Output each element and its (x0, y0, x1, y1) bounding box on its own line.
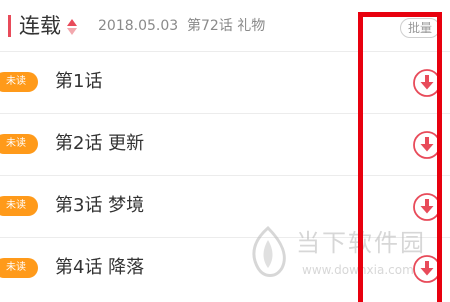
update-date: 2018.05.03 (98, 18, 179, 34)
chapter-list-header: 连载 2018.05.03 第72话 礼物 批量 (0, 0, 450, 52)
section-accent-bar (8, 15, 11, 37)
chapter-row[interactable]: 未读 第2话 更新 (0, 114, 450, 176)
unread-badge: 未读 (0, 196, 38, 216)
watermark-site-name: 当下软件园 (296, 229, 426, 257)
sort-icon[interactable] (66, 17, 78, 37)
chapter-row[interactable]: 未读 第1话 (0, 52, 450, 114)
latest-chapter-label: 第72话 礼物 (187, 18, 266, 34)
site-watermark: 当下软件园 www.downxia.com (244, 222, 444, 302)
watermark-logo-icon (252, 225, 286, 277)
chapter-title[interactable]: 第4话 降落 (55, 254, 144, 282)
download-icon[interactable] (412, 192, 442, 222)
chapter-title[interactable]: 第2话 更新 (55, 130, 144, 158)
batch-button[interactable]: 批量 (400, 18, 440, 38)
unread-badge: 未读 (0, 258, 38, 278)
download-icon[interactable] (412, 68, 442, 98)
chapter-title[interactable]: 第1话 (55, 68, 102, 96)
watermark-url: www.downxia.com (302, 263, 414, 277)
section-title: 连载 (19, 14, 61, 38)
chapter-list-screen: 连载 2018.05.03 第72话 礼物 批量 未读 第1话 未读 第2话 更… (0, 0, 450, 302)
download-icon[interactable] (412, 130, 442, 160)
unread-badge: 未读 (0, 72, 38, 92)
chapter-title[interactable]: 第3话 梦境 (55, 192, 144, 220)
unread-badge: 未读 (0, 134, 38, 154)
